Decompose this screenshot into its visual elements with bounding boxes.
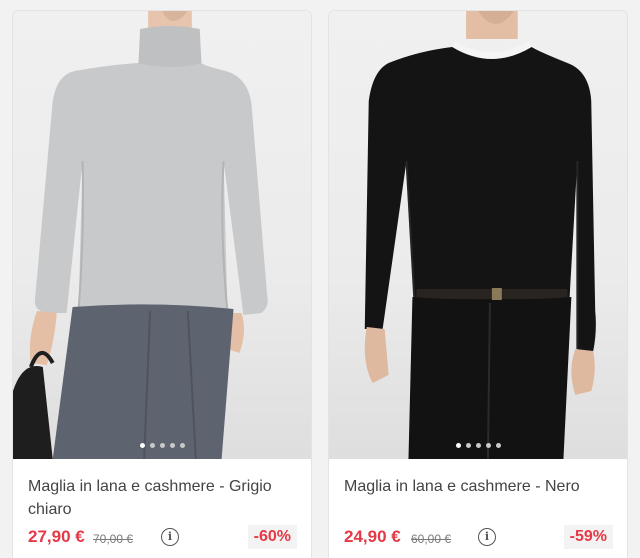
product-name[interactable]: Maglia in lana e cashmere - Nero <box>344 475 613 498</box>
product-image[interactable] <box>329 11 627 459</box>
carousel-dot[interactable] <box>149 443 155 448</box>
carousel-dot[interactable] <box>485 443 491 448</box>
product-grid: Maglia in lana e cashmere - Grigio chiar… <box>0 0 640 558</box>
carousel-dot[interactable] <box>455 443 461 448</box>
price-row: 24,90 € 60,00 € i -59% <box>344 525 613 553</box>
carousel-dot[interactable] <box>495 443 501 448</box>
product-card[interactable]: Maglia in lana e cashmere - Nero 24,90 €… <box>328 10 628 558</box>
original-price: 60,00 € <box>411 532 452 546</box>
product-card[interactable]: Maglia in lana e cashmere - Grigio chiar… <box>12 10 312 558</box>
price-row: 27,90 € 70,00 € i -60% <box>28 525 297 553</box>
sale-price: 24,90 € <box>344 527 401 546</box>
carousel-dot[interactable] <box>465 443 471 448</box>
sale-price: 27,90 € <box>28 527 85 546</box>
model-black-crewneck-illustration <box>364 11 596 459</box>
info-icon[interactable]: i <box>478 528 496 546</box>
carousel-dot[interactable] <box>169 443 175 448</box>
product-image[interactable] <box>13 11 311 459</box>
carousel-dot[interactable] <box>475 443 481 448</box>
original-price: 70,00 € <box>93 532 134 546</box>
carousel-dot[interactable] <box>159 443 165 448</box>
model-grey-turtleneck-illustration <box>13 11 268 459</box>
product-name[interactable]: Maglia in lana e cashmere - Grigio chiar… <box>28 475 297 521</box>
discount-badge: -60% <box>247 525 297 549</box>
carousel-dot[interactable] <box>179 443 185 448</box>
carousel-dot[interactable] <box>139 443 145 448</box>
image-carousel-dots[interactable] <box>13 443 311 451</box>
image-carousel-dots[interactable] <box>329 443 627 451</box>
info-icon[interactable]: i <box>161 528 179 546</box>
discount-badge: -59% <box>563 525 613 549</box>
